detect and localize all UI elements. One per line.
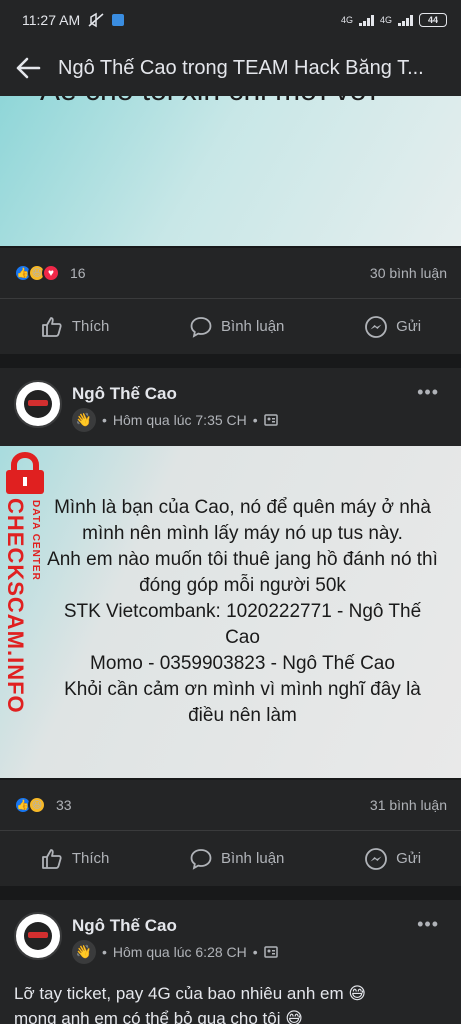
wave-icon[interactable]: 👋 xyxy=(72,940,96,964)
avatar[interactable] xyxy=(14,912,62,960)
send-label: Gửi xyxy=(396,850,422,867)
send-button[interactable]: Gửi xyxy=(364,847,421,871)
post1-actions: Thích Bình luận Gửi xyxy=(0,298,461,354)
post2-body: Mình là bạn của Cao, nó để quên máy ở nh… xyxy=(47,497,438,726)
muted-icon xyxy=(88,12,104,28)
network-type-1: 4G xyxy=(340,15,353,25)
avatar[interactable] xyxy=(14,380,62,428)
author-name[interactable]: Ngô Thế Cao xyxy=(72,384,177,404)
comment-icon xyxy=(190,848,212,870)
signal-icon xyxy=(358,14,374,26)
comment-button[interactable]: Bình luận xyxy=(189,847,284,871)
send-button[interactable]: Gửi xyxy=(364,315,421,339)
post-divider xyxy=(0,886,461,900)
comment-icon xyxy=(190,316,212,338)
battery-icon: 44 xyxy=(419,13,447,27)
post-meta: 👋 • Hôm qua lúc 7:35 CH • xyxy=(72,408,278,432)
reaction-icons: 👍 😆 xyxy=(14,796,46,814)
watermark-text: CHECKSCAM.INFO xyxy=(3,498,28,714)
post1-text: Ae cho tôi xin chỉ mới với xyxy=(40,96,376,108)
wave-icon[interactable]: 👋 xyxy=(72,408,96,432)
haha-reaction-icon: 😆 xyxy=(28,796,46,814)
more-options-button[interactable]: ••• xyxy=(417,914,439,935)
watermark-subtext: DATA CENTER xyxy=(30,500,41,581)
post2-reactions[interactable]: 👍 😆 33 31 bình luận xyxy=(0,780,461,830)
arrow-left-icon xyxy=(16,57,41,79)
post2-text-background[interactable]: Mình là bạn của Cao, nó để quên máy ở nh… xyxy=(0,446,461,778)
thumbs-up-icon xyxy=(41,848,62,869)
group-privacy-icon xyxy=(263,414,278,426)
post-time[interactable]: Hôm qua lúc 7:35 CH xyxy=(113,412,247,428)
thumbs-up-icon xyxy=(41,316,62,337)
watermark: CHECKSCAM.INFO DATA CENTER xyxy=(2,452,50,714)
messenger-icon xyxy=(365,847,387,870)
like-button[interactable]: Thích xyxy=(40,315,110,339)
post-meta: 👋 • Hôm qua lúc 6:28 CH • xyxy=(72,940,278,964)
comment-button[interactable]: Bình luận xyxy=(189,315,284,339)
love-reaction-icon: ♥ xyxy=(42,264,60,282)
lock-icon xyxy=(6,452,44,494)
app-notification-icon xyxy=(112,14,125,26)
post-time[interactable]: Hôm qua lúc 6:28 CH xyxy=(113,944,247,960)
status-time: 11:27 AM xyxy=(22,12,81,28)
like-label: Thích xyxy=(71,318,110,335)
author-name[interactable]: Ngô Thế Cao xyxy=(72,916,177,936)
status-bar: 11:27 AM 4G 4G 44 xyxy=(0,0,461,40)
signal-icon xyxy=(398,14,413,26)
reaction-count: 33 xyxy=(56,797,72,813)
messenger-icon xyxy=(365,315,387,338)
post3-header: Ngô Thế Cao 👋 • Hôm qua lúc 6:28 CH • ••… xyxy=(0,900,461,980)
like-button[interactable]: Thích xyxy=(40,847,110,871)
post3-body-line-1: Lỡ tay ticket, pay 4G của bao nhiêu anh … xyxy=(14,984,367,1003)
group-privacy-icon xyxy=(263,946,278,958)
send-label: Gửi xyxy=(396,318,422,335)
comment-count[interactable]: 31 bình luận xyxy=(370,797,447,813)
post3-body-line-2: mong anh em có thể bỏ qua cho tôi 😅 xyxy=(14,1009,303,1024)
post-divider xyxy=(0,354,461,368)
comment-label: Bình luận xyxy=(221,850,285,867)
post2-actions: Thích Bình luận Gửi xyxy=(0,830,461,886)
comment-count[interactable]: 30 bình luận xyxy=(370,265,447,281)
back-button[interactable] xyxy=(14,54,42,82)
post2-header: Ngô Thế Cao 👋 • Hôm qua lúc 7:35 CH • ••… xyxy=(0,368,461,448)
comment-label: Bình luận xyxy=(221,318,285,335)
post1-image[interactable]: Ae cho tôi xin chỉ mới với xyxy=(0,96,461,246)
app-bar: Ngô Thế Cao trong TEAM Hack Băng T... xyxy=(0,40,461,96)
page-title: Ngô Thế Cao trong TEAM Hack Băng T... xyxy=(58,56,424,79)
like-label: Thích xyxy=(71,850,110,867)
post1-reactions[interactable]: 👍 😆 ♥ 16 30 bình luận xyxy=(0,248,461,298)
reaction-icons: 👍 😆 ♥ xyxy=(14,264,60,282)
network-type-2: 4G xyxy=(379,15,392,25)
reaction-count: 16 xyxy=(70,265,86,281)
more-options-button[interactable]: ••• xyxy=(417,382,439,403)
